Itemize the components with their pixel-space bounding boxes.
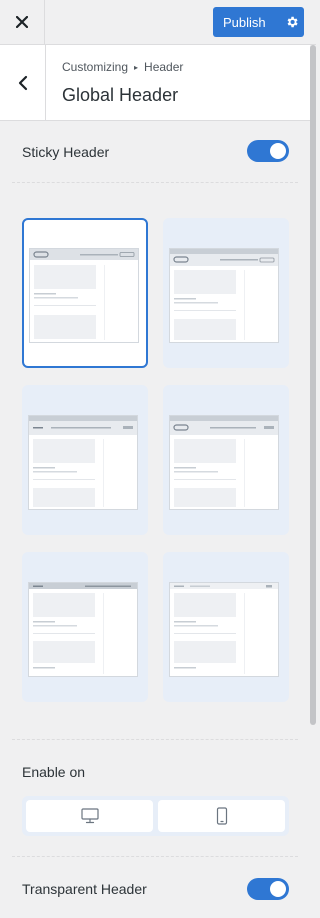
layout-preview bbox=[169, 582, 279, 677]
header-layout-option-6[interactable] bbox=[163, 552, 289, 702]
layout-preview bbox=[169, 248, 279, 343]
desktop-icon bbox=[80, 808, 99, 824]
device-toggle-group bbox=[22, 796, 289, 836]
breadcrumb-parent: Customizing bbox=[62, 60, 129, 74]
divider bbox=[12, 856, 298, 857]
breadcrumb: Customizing ▸ Header bbox=[62, 60, 183, 74]
layout-preview-graphic bbox=[30, 249, 138, 340]
publish-settings-button[interactable] bbox=[280, 7, 304, 37]
toggle-knob bbox=[270, 881, 286, 897]
layout-preview-graphic bbox=[29, 583, 137, 674]
layout-preview bbox=[28, 415, 138, 510]
controls-panel: Sticky Header Enable on Transparent Head… bbox=[0, 121, 310, 918]
enable-desktop-button[interactable] bbox=[26, 800, 153, 832]
header-layout-option-1[interactable] bbox=[22, 218, 148, 368]
mobile-icon bbox=[216, 807, 227, 825]
toggle-knob bbox=[270, 143, 286, 159]
section-header: Customizing ▸ Header Global Header bbox=[0, 45, 310, 121]
enable-mobile-button[interactable] bbox=[158, 800, 285, 832]
transparent-header-toggle[interactable] bbox=[247, 878, 289, 900]
gear-icon bbox=[287, 16, 298, 28]
layout-preview-graphic bbox=[170, 416, 278, 507]
layout-preview-graphic bbox=[29, 416, 137, 507]
layout-preview bbox=[28, 582, 138, 677]
layout-preview-graphic bbox=[170, 583, 278, 674]
back-button[interactable] bbox=[0, 45, 46, 120]
header-layout-option-4[interactable] bbox=[163, 385, 289, 535]
section-title: Global Header bbox=[62, 85, 179, 105]
header-layout-option-3[interactable] bbox=[22, 385, 148, 535]
header-layout-option-5[interactable] bbox=[22, 552, 148, 702]
layout-preview bbox=[169, 415, 279, 510]
publish-button[interactable]: Publish bbox=[213, 15, 280, 30]
publish-group: Publish bbox=[213, 7, 304, 37]
sticky-header-toggle[interactable] bbox=[247, 140, 289, 162]
enable-on-label: Enable on bbox=[22, 764, 86, 780]
divider bbox=[12, 739, 298, 740]
transparent-header-label: Transparent Header bbox=[22, 881, 147, 897]
divider bbox=[12, 182, 298, 183]
sticky-header-label: Sticky Header bbox=[22, 144, 110, 160]
scrollbar[interactable] bbox=[310, 45, 316, 918]
scrollbar-thumb[interactable] bbox=[310, 45, 316, 725]
chevron-left-icon bbox=[18, 75, 27, 90]
layout-preview-graphic bbox=[170, 249, 278, 340]
breadcrumb-current: Header bbox=[144, 60, 184, 74]
customizer-topbar: Publish bbox=[0, 0, 316, 45]
breadcrumb-separator: ▸ bbox=[134, 62, 139, 72]
header-layout-option-2[interactable] bbox=[163, 218, 289, 368]
layout-preview bbox=[29, 248, 139, 343]
close-button[interactable] bbox=[0, 0, 45, 44]
close-icon bbox=[16, 16, 28, 28]
